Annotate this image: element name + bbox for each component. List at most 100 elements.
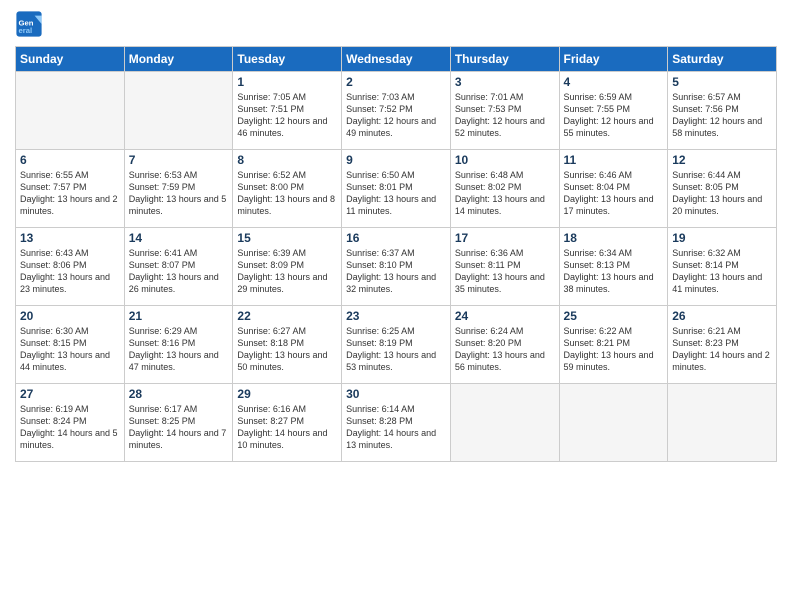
day-cell: 1 Sunrise: 7:05 AM Sunset: 7:51 PM Daylig… xyxy=(233,72,342,150)
col-header-friday: Friday xyxy=(559,47,668,72)
day-info: Sunrise: 6:14 AM Sunset: 8:28 PM Dayligh… xyxy=(346,403,446,452)
day-number: 7 xyxy=(129,153,229,167)
col-header-wednesday: Wednesday xyxy=(342,47,451,72)
week-row-5: 27 Sunrise: 6:19 AM Sunset: 8:24 PM Dayli… xyxy=(16,384,777,462)
day-cell: 14 Sunrise: 6:41 AM Sunset: 8:07 PM Dayli… xyxy=(124,228,233,306)
day-cell: 21Sunrise: 6:29 AM Sunset: 8:16 PM Dayli… xyxy=(124,306,233,384)
col-header-saturday: Saturday xyxy=(668,47,777,72)
day-number: 9 xyxy=(346,153,446,167)
day-number: 24 xyxy=(455,309,555,323)
day-number: 15 xyxy=(237,231,337,245)
day-cell: 7 Sunrise: 6:53 AM Sunset: 7:59 PM Daylig… xyxy=(124,150,233,228)
logo: Gen eral xyxy=(15,10,47,38)
day-number: 11 xyxy=(564,153,664,167)
day-number: 3 xyxy=(455,75,555,89)
day-number: 2 xyxy=(346,75,446,89)
col-header-sunday: Sunday xyxy=(16,47,125,72)
header: Gen eral xyxy=(15,10,777,38)
day-cell: 12 Sunrise: 6:44 AM Sunset: 8:05 PM Dayli… xyxy=(668,150,777,228)
day-number: 20 xyxy=(20,309,120,323)
day-cell: 30Sunrise: 6:14 AM Sunset: 8:28 PM Dayli… xyxy=(342,384,451,462)
day-info: Sunrise: 6:53 AM Sunset: 7:59 PM Dayligh… xyxy=(129,169,229,218)
day-info: Sunrise: 6:37 AM Sunset: 8:10 PM Dayligh… xyxy=(346,247,446,296)
day-info: Sunrise: 6:43 AM Sunset: 8:06 PM Dayligh… xyxy=(20,247,120,296)
week-row-1: 1 Sunrise: 7:05 AM Sunset: 7:51 PM Daylig… xyxy=(16,72,777,150)
day-cell: 27 Sunrise: 6:19 AM Sunset: 8:24 PM Dayli… xyxy=(16,384,125,462)
day-info: Sunrise: 6:36 AM Sunset: 8:11 PM Dayligh… xyxy=(455,247,555,296)
day-info: Sunrise: 6:34 AM Sunset: 8:13 PM Dayligh… xyxy=(564,247,664,296)
week-row-4: 20 Sunrise: 6:30 AM Sunset: 8:15 PM Dayli… xyxy=(16,306,777,384)
day-info: Sunrise: 6:27 AM Sunset: 8:18 PM Dayligh… xyxy=(237,325,337,374)
day-number: 8 xyxy=(237,153,337,167)
day-info: Sunrise: 6:25 AM Sunset: 8:19 PM Dayligh… xyxy=(346,325,446,374)
day-info: Sunrise: 6:21 AM Sunset: 8:23 PM Dayligh… xyxy=(672,325,772,374)
day-number: 25 xyxy=(564,309,664,323)
day-cell: 28Sunrise: 6:17 AM Sunset: 8:25 PM Dayli… xyxy=(124,384,233,462)
day-cell: 24Sunrise: 6:24 AM Sunset: 8:20 PM Dayli… xyxy=(450,306,559,384)
col-header-thursday: Thursday xyxy=(450,47,559,72)
day-info: Sunrise: 6:48 AM Sunset: 8:02 PM Dayligh… xyxy=(455,169,555,218)
day-cell: 2 Sunrise: 7:03 AM Sunset: 7:52 PM Daylig… xyxy=(342,72,451,150)
day-number: 14 xyxy=(129,231,229,245)
day-number: 19 xyxy=(672,231,772,245)
day-cell: 19 Sunrise: 6:32 AM Sunset: 8:14 PM Dayli… xyxy=(668,228,777,306)
day-cell: 9 Sunrise: 6:50 AM Sunset: 8:01 PM Daylig… xyxy=(342,150,451,228)
day-cell: 29Sunrise: 6:16 AM Sunset: 8:27 PM Dayli… xyxy=(233,384,342,462)
logo-icon: Gen eral xyxy=(15,10,43,38)
day-cell: 17Sunrise: 6:36 AM Sunset: 8:11 PM Dayli… xyxy=(450,228,559,306)
day-cell: 20 Sunrise: 6:30 AM Sunset: 8:15 PM Dayli… xyxy=(16,306,125,384)
day-number: 12 xyxy=(672,153,772,167)
day-cell: 4Sunrise: 6:59 AM Sunset: 7:55 PM Daylig… xyxy=(559,72,668,150)
col-header-monday: Monday xyxy=(124,47,233,72)
day-number: 10 xyxy=(455,153,555,167)
day-number: 26 xyxy=(672,309,772,323)
day-cell xyxy=(124,72,233,150)
day-info: Sunrise: 6:44 AM Sunset: 8:05 PM Dayligh… xyxy=(672,169,772,218)
day-info: Sunrise: 6:46 AM Sunset: 8:04 PM Dayligh… xyxy=(564,169,664,218)
header-row: SundayMondayTuesdayWednesdayThursdayFrid… xyxy=(16,47,777,72)
svg-text:eral: eral xyxy=(19,26,33,35)
day-cell: 6Sunrise: 6:55 AM Sunset: 7:57 PM Daylig… xyxy=(16,150,125,228)
day-info: Sunrise: 6:57 AM Sunset: 7:56 PM Dayligh… xyxy=(672,91,772,140)
day-info: Sunrise: 6:52 AM Sunset: 8:00 PM Dayligh… xyxy=(237,169,337,218)
day-cell: 15 Sunrise: 6:39 AM Sunset: 8:09 PM Dayli… xyxy=(233,228,342,306)
calendar-page: Gen eral SundayMondayTuesdayWednesdayThu… xyxy=(0,0,792,612)
day-cell xyxy=(16,72,125,150)
day-cell xyxy=(559,384,668,462)
day-number: 1 xyxy=(237,75,337,89)
day-info: Sunrise: 7:01 AM Sunset: 7:53 PM Dayligh… xyxy=(455,91,555,140)
day-info: Sunrise: 6:41 AM Sunset: 8:07 PM Dayligh… xyxy=(129,247,229,296)
day-cell: 13 Sunrise: 6:43 AM Sunset: 8:06 PM Dayli… xyxy=(16,228,125,306)
day-info: Sunrise: 6:22 AM Sunset: 8:21 PM Dayligh… xyxy=(564,325,664,374)
week-row-3: 13 Sunrise: 6:43 AM Sunset: 8:06 PM Dayli… xyxy=(16,228,777,306)
day-number: 16 xyxy=(346,231,446,245)
day-info: Sunrise: 7:03 AM Sunset: 7:52 PM Dayligh… xyxy=(346,91,446,140)
day-number: 13 xyxy=(20,231,120,245)
day-cell xyxy=(450,384,559,462)
day-cell: 22Sunrise: 6:27 AM Sunset: 8:18 PM Dayli… xyxy=(233,306,342,384)
day-info: Sunrise: 6:50 AM Sunset: 8:01 PM Dayligh… xyxy=(346,169,446,218)
day-cell: 11 Sunrise: 6:46 AM Sunset: 8:04 PM Dayli… xyxy=(559,150,668,228)
col-header-tuesday: Tuesday xyxy=(233,47,342,72)
day-cell: 3 Sunrise: 7:01 AM Sunset: 7:53 PM Daylig… xyxy=(450,72,559,150)
day-cell: 16 Sunrise: 6:37 AM Sunset: 8:10 PM Dayli… xyxy=(342,228,451,306)
day-info: Sunrise: 6:29 AM Sunset: 8:16 PM Dayligh… xyxy=(129,325,229,374)
day-number: 23 xyxy=(346,309,446,323)
day-number: 28 xyxy=(129,387,229,401)
day-cell: 18 Sunrise: 6:34 AM Sunset: 8:13 PM Dayli… xyxy=(559,228,668,306)
day-info: Sunrise: 6:32 AM Sunset: 8:14 PM Dayligh… xyxy=(672,247,772,296)
day-cell: 23 Sunrise: 6:25 AM Sunset: 8:19 PM Dayli… xyxy=(342,306,451,384)
day-cell xyxy=(668,384,777,462)
day-info: Sunrise: 6:19 AM Sunset: 8:24 PM Dayligh… xyxy=(20,403,120,452)
day-number: 18 xyxy=(564,231,664,245)
day-info: Sunrise: 7:05 AM Sunset: 7:51 PM Dayligh… xyxy=(237,91,337,140)
day-number: 6 xyxy=(20,153,120,167)
day-info: Sunrise: 6:39 AM Sunset: 8:09 PM Dayligh… xyxy=(237,247,337,296)
day-number: 27 xyxy=(20,387,120,401)
day-number: 29 xyxy=(237,387,337,401)
week-row-2: 6Sunrise: 6:55 AM Sunset: 7:57 PM Daylig… xyxy=(16,150,777,228)
day-number: 5 xyxy=(672,75,772,89)
day-info: Sunrise: 6:30 AM Sunset: 8:15 PM Dayligh… xyxy=(20,325,120,374)
day-info: Sunrise: 6:59 AM Sunset: 7:55 PM Dayligh… xyxy=(564,91,664,140)
calendar-table: SundayMondayTuesdayWednesdayThursdayFrid… xyxy=(15,46,777,462)
